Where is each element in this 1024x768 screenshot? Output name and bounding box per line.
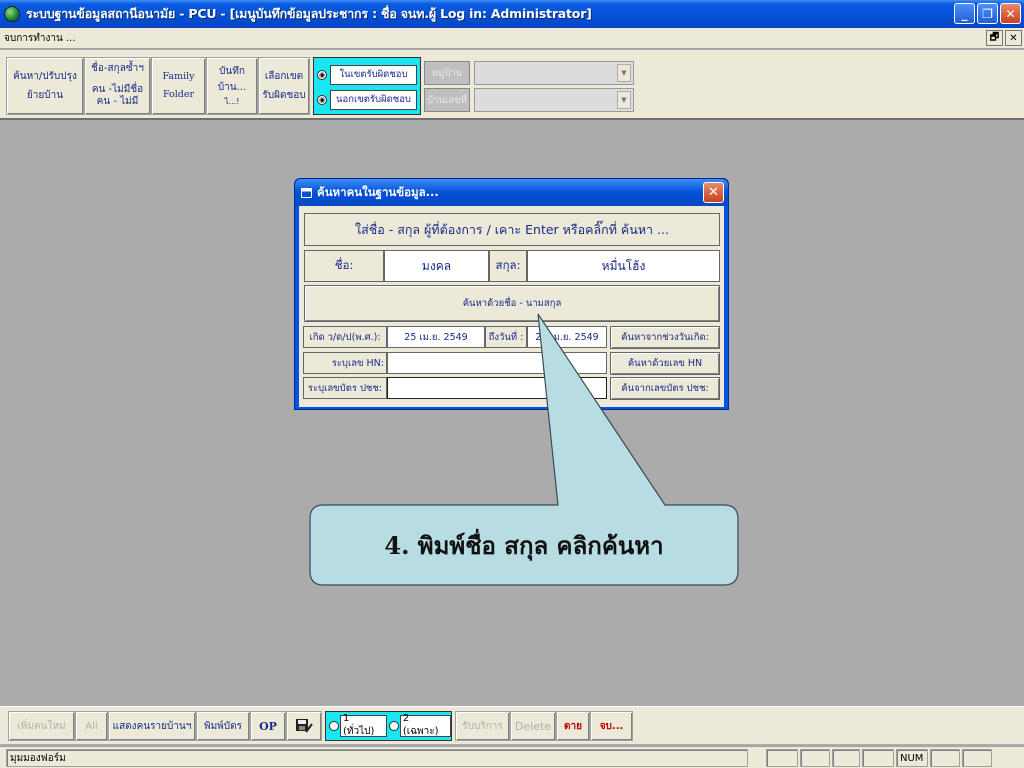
first-name-label: ชื่อ: [304,250,384,282]
radio-icon [329,721,339,731]
radio-icon: ◉ [317,94,327,105]
out-zone-label: นอกเขตรับผิดชอบ [330,89,417,110]
button-label: ค้นหา/ปรับปรุง [13,71,77,82]
duplicate-name-button[interactable]: ชื่อ-สกุลซ้ำฯ คน -ไม่มีชื่อ คน - ไม่มี [84,57,151,115]
num-lock-indicator: NUM [896,749,928,767]
house-number-label: บ้านเลขที่ [424,88,470,112]
birth-date-from-input[interactable]: 25 เม.ย. 2549 [387,326,485,348]
dialog-close-button[interactable]: ✕ [703,182,724,203]
out-zone-option[interactable]: ◉ นอกเขตรับผิดชอบ [317,88,417,111]
chevron-down-icon[interactable]: ▼ [617,64,631,82]
restore-button[interactable]: ❐ [977,3,998,24]
button-label: บ้าน... [217,81,247,93]
search-by-name-button[interactable]: ค้นหาด้วยชื่อ - นามสกุล [304,285,720,322]
first-name-input[interactable]: มงคล [384,250,489,282]
all-button[interactable]: All [75,711,108,741]
floppy-pen-button[interactable] [286,711,322,741]
general-type-label: 1 (ทั่วไป) [340,713,387,737]
village-label: หมู่บ้าน [424,61,470,85]
status-text: มุมมองฟอร์ม [6,749,748,767]
button-label: Family [162,70,195,82]
menu-bar: จบการทำงาน ... [0,28,1024,49]
service-button[interactable]: รับบริการ [455,711,510,741]
button-label: รับผิดชอบ [262,90,306,101]
window-title: ระบบฐานข้อมูลสถานีอนามัย - PCU - [เมนูบั… [26,6,592,21]
button-label: ชื่อ-สกุลซ้ำฯ [91,63,144,75]
house-number-select[interactable]: ▼ [474,88,634,112]
mdi-close-button[interactable]: ✕ [1005,30,1022,46]
dialog-title-bar: ค้นหาคนในฐานข้อมูล... [295,179,728,206]
status-panel [766,749,798,767]
status-panel [862,749,894,767]
search-by-id-button[interactable]: ค้นจากเลขบัตร ปชช: [610,377,720,400]
button-label: บันทึก [219,65,245,77]
in-zone-label: ในเขตรับผิดชอบ [330,64,417,85]
button-label: ไ...! [224,96,240,106]
zone-option-group: ◉ ในเขตรับผิดชอบ ◉ นอกเขตรับผิดชอบ [313,57,421,115]
callout-text: 4. พิมพ์ชื่อ สกุล คลิกค้นหา [384,530,664,560]
instruction-text: ใส่ชื่อ - สกุล ผู้ที่ต้องการ / เคาะ Ente… [304,213,720,246]
minimize-button[interactable]: _ [954,3,975,24]
dead-button[interactable]: ตาย [556,711,590,741]
search-update-move-button[interactable]: ค้นหา/ปรับปรุง ย้ายบ้าน [6,57,84,115]
add-person-button[interactable]: เพิ่มคนใหม่ [8,711,75,741]
hn-label: ระบุเลข HN: [303,352,387,374]
search-person-dialog: ค้นหาคนในฐานข้อมูล... ✕ ใส่ชื่อ - สกุล ผ… [294,178,729,410]
show-household-button[interactable]: แสดงคนรายบ้านฯ [108,711,196,741]
in-zone-option[interactable]: ◉ ในเขตรับผิดชอบ [317,63,417,86]
mdi-restore-button[interactable]: 🗗 [986,30,1003,46]
close-button[interactable]: ✕ [1000,3,1021,24]
family-folder-button[interactable]: Family Folder [151,57,206,115]
dialog-body: ใส่ชื่อ - สกุล ผู้ที่ต้องการ / เคาะ Ente… [299,206,724,407]
window-title-bar: ระบบฐานข้อมูลสถานีอนามัย - PCU - [เมนูบั… [0,0,1024,28]
button-label: คน -ไม่มีชื่อ [91,83,144,95]
status-bar: มุมมองฟอร์ม NUM [0,746,1024,768]
button-label: คน - ไม่มี [96,96,139,108]
hn-input[interactable] [387,352,607,374]
bottom-toolbar: เพิ่มคนใหม่ All แสดงคนรายบ้านฯ พิมพ์บัตร… [0,706,1024,744]
op-button[interactable]: OP [250,711,286,741]
search-by-name-label: ค้นหาด้วยชื่อ - นามสกุล [462,298,562,309]
to-date-label: ถึงวันที่ : [485,326,527,348]
general-type-option[interactable]: 1 (ทั่วไป) [329,713,387,737]
button-label: Folder [162,89,195,100]
last-name-label: สกุล: [489,250,527,282]
status-panel [800,749,830,767]
service-type-option-group: 1 (ทั่วไป) 2 (เฉพาะ) [325,711,452,741]
select-zone-button[interactable]: เลือกเขต รับผิดชอบ [258,57,310,115]
birth-date-label: เกิด ว/ด/ป(พ.ศ.): [303,326,387,348]
status-panel [832,749,860,767]
button-label: เลือกเขต [264,71,304,82]
form-icon [301,187,312,198]
floppy-edit-icon [296,719,313,733]
village-select[interactable]: ▼ [474,61,634,85]
radio-icon [388,721,399,731]
dialog-title: ค้นหาคนในฐานข้อมูล... [317,184,439,199]
delete-button[interactable]: Delete [510,711,556,741]
end-button[interactable]: จบ... [590,711,633,741]
record-house-button[interactable]: บันทึก บ้าน... ไ...! [206,57,258,115]
radio-icon: ◉ [317,69,327,80]
specific-type-label: 2 (เฉพาะ) [399,713,451,737]
main-toolbar: ค้นหา/ปรับปรุง ย้ายบ้าน ชื่อ-สกุลซ้ำฯ คน… [0,50,1024,120]
globe-icon [4,6,20,22]
status-panel [962,749,992,767]
last-name-input[interactable]: หมื่นโฮ้ง [527,250,720,282]
id-card-input[interactable] [387,377,607,399]
search-by-hn-button[interactable]: ค้นหาด้วยเลข HN [610,352,720,375]
button-label: ย้ายบ้าน [26,90,64,101]
id-card-label: ระบุเลขบัตร ปชช: [303,377,387,399]
specific-type-option[interactable]: 2 (เฉพาะ) [388,713,451,737]
status-panel [930,749,960,767]
chevron-down-icon[interactable]: ▼ [617,91,631,109]
birth-date-to-input[interactable]: 25 เม.ย. 2549 [527,326,607,348]
exit-menu-item[interactable]: จบการทำงาน ... [4,31,76,46]
print-card-button[interactable]: พิมพ์บัตร [196,711,250,741]
search-by-birth-button[interactable]: ค้นหาจากช่วงวันเกิด: [610,326,720,349]
